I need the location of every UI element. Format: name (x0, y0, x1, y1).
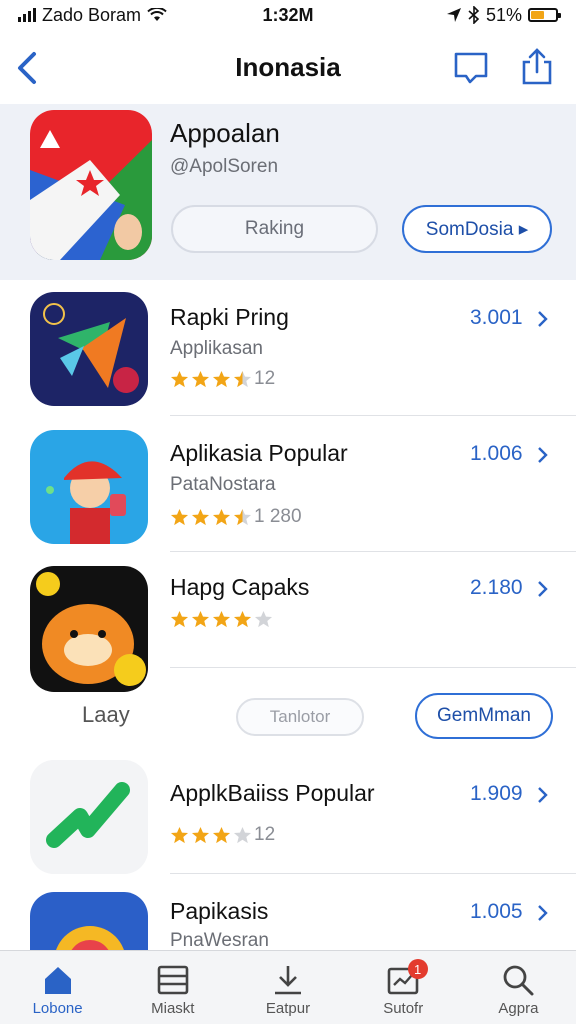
app-subtitle: Applikasan (170, 338, 263, 359)
star-icon (170, 610, 189, 628)
notification-badge: 1 (407, 959, 428, 979)
category-button[interactable]: Tanlotor (236, 698, 364, 736)
app-count: 1.006 (470, 442, 523, 465)
featured-app-title: Appoalan (170, 118, 280, 148)
chevron-right-icon (538, 787, 548, 803)
app-icon (30, 292, 148, 406)
app-name: Aplikasia Popular (170, 440, 348, 466)
location-icon (446, 8, 461, 22)
app-name: Papikasis (170, 898, 269, 924)
app-count: 2.180 (470, 576, 523, 599)
app-name: ApplkBaiiss Popular (170, 780, 375, 806)
app-row[interactable]: Papikasis PnaWesran 1.005 (0, 878, 576, 950)
section-label: Laay (82, 702, 130, 727)
star-icon (191, 610, 210, 628)
app-icon (30, 892, 148, 950)
star-icon (191, 370, 210, 387)
app-icon (30, 566, 148, 692)
wifi-icon (147, 8, 167, 21)
chevron-right-icon (538, 905, 548, 921)
search-icon (504, 965, 534, 996)
battery-icon (528, 8, 561, 22)
tab-label: Miaskt (151, 1000, 195, 1017)
divider (170, 873, 576, 874)
star-icon (170, 508, 189, 525)
app-row[interactable]: Aplikasia Popular PataNostara 1 280 1.00… (0, 420, 576, 552)
bookmark-icon[interactable] (452, 48, 490, 86)
divider (170, 415, 576, 416)
star-empty-icon (254, 610, 273, 628)
app-row[interactable]: ApplkBaiiss Popular 12 1.909 (0, 758, 576, 874)
community-button[interactable]: GemMman (415, 693, 553, 739)
tab-label: Sutofr (383, 1000, 424, 1017)
star-icon (170, 826, 189, 843)
star-icon (212, 508, 231, 525)
app-count: 1.005 (470, 900, 523, 923)
featured-app-handle: @ApolSoren (170, 156, 279, 177)
signal-icon (18, 8, 36, 22)
star-icon (212, 826, 231, 843)
carrier-name: Zado Boram (42, 4, 142, 25)
tab-download[interactable]: Eatpur (230, 951, 345, 1024)
chevron-right-icon (538, 581, 548, 597)
app-subtitle: PnaWesran (170, 930, 269, 950)
ranking-button[interactable]: Raking (171, 205, 378, 253)
battery-percent: 51% (485, 4, 522, 25)
app-name: Rapki Pring (170, 304, 289, 330)
tab-inbox[interactable]: 1 Sutofr (346, 951, 461, 1024)
app-icon (30, 430, 148, 544)
star-icon (212, 370, 231, 387)
review-count: 1 280 (254, 506, 302, 527)
star-empty-icon (233, 826, 252, 843)
tab-label: Lobone (32, 1000, 83, 1017)
star-icon (191, 826, 210, 843)
chevron-right-icon (538, 311, 548, 327)
tab-bar: Lobone Miaskt Eatpur 1 Sutofr Agpra (0, 950, 576, 1024)
app-row[interactable]: Rapki Pring Applikasan 12 3.001 (0, 286, 576, 416)
nav-header: Inonasia (0, 34, 576, 100)
tab-list[interactable]: Miaskt (115, 951, 230, 1024)
download-icon (275, 966, 301, 995)
tab-label: Eatpur (265, 1000, 311, 1017)
tab-home[interactable]: Lobone (0, 951, 115, 1024)
list-icon (157, 965, 189, 995)
review-count: 12 (254, 824, 276, 845)
star-icon (233, 610, 252, 628)
app-rating: 1 280 (170, 506, 302, 528)
app-icon (30, 760, 148, 874)
status-bar: Zado Boram 1:32M 51% (0, 0, 576, 30)
featured-app: Appoalan @ApolSoren Raking SomDosia ▸ (0, 104, 576, 280)
bluetooth-icon (468, 6, 480, 24)
star-half-icon (233, 370, 252, 387)
back-button[interactable] (12, 50, 42, 86)
chevron-right-icon (538, 447, 548, 463)
app-subtitle: PataNostara (170, 474, 276, 495)
featured-app-icon[interactable] (30, 110, 152, 260)
star-icon (212, 610, 231, 628)
app-row[interactable]: Hapg Capaks 2.180 (0, 556, 576, 692)
divider (170, 551, 576, 552)
tab-search[interactable]: Agpra (461, 951, 576, 1024)
star-icon (170, 370, 189, 387)
divider (170, 667, 576, 668)
star-half-icon (233, 508, 252, 525)
star-icon (191, 508, 210, 525)
app-count: 1.909 (470, 782, 523, 805)
app-rating: 12 (170, 824, 275, 846)
review-count: 12 (254, 368, 276, 389)
app-rating: 12 (170, 368, 275, 390)
tab-label: Agpra (498, 1000, 539, 1017)
more-button[interactable]: SomDosia ▸ (402, 205, 552, 253)
home-icon (44, 967, 71, 994)
app-name: Hapg Capaks (170, 574, 310, 600)
app-count: 3.001 (470, 306, 523, 329)
app-rating (170, 610, 273, 629)
share-icon[interactable] (518, 48, 556, 86)
